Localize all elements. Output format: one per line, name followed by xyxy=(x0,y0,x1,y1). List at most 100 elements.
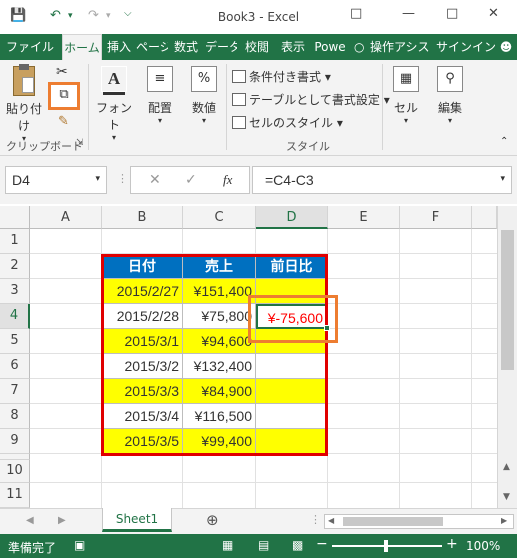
expand-formula-icon[interactable]: ▾ xyxy=(500,173,505,184)
row-header-6[interactable]: 6 xyxy=(0,354,30,379)
table-cell[interactable]: 2015/2/28 xyxy=(102,304,183,329)
row-header-4[interactable]: 4 xyxy=(0,304,30,329)
row-header-3[interactable]: 3 xyxy=(0,279,30,304)
sheet-scroll-left-icon[interactable]: ◀ xyxy=(26,515,34,526)
font-button[interactable]: A フォント ▾ xyxy=(92,66,136,142)
number-button[interactable]: % 数値 ▾ xyxy=(184,66,224,125)
table-cell[interactable]: 2015/3/5 xyxy=(102,429,183,454)
page-break-view-icon[interactable]: ▩ xyxy=(292,538,303,552)
tab-insert[interactable]: 挿入 xyxy=(104,34,134,60)
row-header-9[interactable]: 9 xyxy=(0,429,30,454)
horizontal-scrollbar[interactable]: ◀ ▶ xyxy=(324,514,514,529)
table-cell[interactable]: 2015/3/3 xyxy=(102,379,183,404)
zoom-in-icon[interactable]: + xyxy=(446,536,458,552)
name-box[interactable]: D4 ▾ xyxy=(5,166,107,194)
table-cell[interactable]: ¥75,800 xyxy=(183,304,256,329)
table-header-sales[interactable]: 売上 xyxy=(183,254,256,279)
page-layout-view-icon[interactable]: ▤ xyxy=(258,538,269,552)
worksheet-grid[interactable]: A B C D E F 1 2 3 4 5 6 7 8 9 日付 売上 前日比 … xyxy=(0,206,517,460)
table-cell[interactable] xyxy=(256,379,328,404)
hscroll-left-icon[interactable]: ◀ xyxy=(328,516,334,525)
cell-styles-button[interactable]: セルのスタイル ▾ xyxy=(232,114,343,131)
tab-file[interactable]: ファイル xyxy=(6,34,58,60)
scroll-up-icon[interactable]: ▲ xyxy=(503,462,510,472)
table-cell[interactable] xyxy=(256,329,328,354)
paste-button[interactable]: 貼り付け ▾ xyxy=(4,64,44,143)
zoom-out-icon[interactable]: − xyxy=(316,536,328,552)
formula-input[interactable]: =C4-C3 ▾ xyxy=(252,166,512,194)
row-header-5[interactable]: 5 xyxy=(0,329,30,354)
insert-function-icon[interactable]: fx xyxy=(223,172,232,188)
hscroll-right-icon[interactable]: ▶ xyxy=(501,516,507,525)
row-header-10[interactable]: 10 xyxy=(0,460,30,483)
cancel-icon[interactable]: ✕ xyxy=(149,172,161,188)
table-cell[interactable]: 2015/3/2 xyxy=(102,354,183,379)
column-header-f[interactable]: F xyxy=(400,206,472,229)
alignment-button[interactable]: ≡ 配置 ▾ xyxy=(138,66,182,125)
table-cell[interactable]: ¥94,600 xyxy=(183,329,256,354)
minimize-icon[interactable]: — xyxy=(402,6,415,21)
zoom-level[interactable]: 100% xyxy=(466,539,500,553)
fill-handle[interactable] xyxy=(324,325,330,331)
table-cell[interactable]: ¥116,500 xyxy=(183,404,256,429)
ribbon-display-icon[interactable]: □ xyxy=(350,6,362,21)
collapse-ribbon-icon[interactable]: ⌃ xyxy=(500,136,508,147)
close-icon[interactable]: ✕ xyxy=(488,6,499,21)
macro-record-icon[interactable]: ▣ xyxy=(74,538,85,552)
sheet-scroll-right-icon[interactable]: ▶ xyxy=(58,515,66,526)
table-cell[interactable]: 2015/2/27 xyxy=(102,279,183,304)
tab-page-layout[interactable]: ページ xyxy=(136,34,168,60)
table-header-change[interactable]: 前日比 xyxy=(256,254,328,279)
tab-power[interactable]: Powe xyxy=(312,34,348,60)
table-cell[interactable]: 2015/3/1 xyxy=(102,329,183,354)
format-as-table-button[interactable]: テーブルとして書式設定 ▾ xyxy=(232,91,390,108)
maximize-icon[interactable]: □ xyxy=(446,6,458,21)
format-painter-icon[interactable]: ✎ xyxy=(58,114,69,129)
tab-formulas[interactable]: 数式 xyxy=(170,34,202,60)
table-cell[interactable]: ¥132,400 xyxy=(183,354,256,379)
scroll-down-icon[interactable]: ▼ xyxy=(503,492,510,502)
active-cell-d4[interactable]: ¥-75,600 xyxy=(256,304,328,329)
row-header-1[interactable]: 1 xyxy=(0,229,30,254)
tab-review[interactable]: 校閲 xyxy=(242,34,272,60)
tell-me-box[interactable]: 操作アシス xyxy=(370,34,432,60)
table-cell[interactable] xyxy=(256,429,328,454)
table-cell[interactable]: ¥99,400 xyxy=(183,429,256,454)
conditional-formatting-button[interactable]: 条件付き書式 ▾ xyxy=(232,68,331,85)
table-header-date[interactable]: 日付 xyxy=(102,254,183,279)
column-header-a[interactable]: A xyxy=(30,206,102,229)
column-header-e[interactable]: E xyxy=(328,206,400,229)
cells-button[interactable]: ▦ セル ▾ xyxy=(386,66,426,125)
column-header-b[interactable]: B xyxy=(102,206,183,229)
zoom-slider-thumb[interactable] xyxy=(384,540,388,552)
table-cell[interactable] xyxy=(256,404,328,429)
share-icon[interactable]: ☻ xyxy=(498,34,514,60)
hscroll-thumb[interactable] xyxy=(343,517,443,526)
column-header-c[interactable]: C xyxy=(183,206,256,229)
table-cell[interactable] xyxy=(256,354,328,379)
sheet-tab-sheet1[interactable]: Sheet1 xyxy=(102,508,172,532)
tab-data[interactable]: データ xyxy=(205,34,237,60)
table-cell[interactable]: ¥84,900 xyxy=(183,379,256,404)
table-cell[interactable]: 2015/3/4 xyxy=(102,404,183,429)
table-cell[interactable] xyxy=(256,279,328,304)
row-header-11[interactable]: 11 xyxy=(0,483,30,508)
normal-view-icon[interactable]: ▦ xyxy=(222,538,233,552)
tab-home[interactable]: ホーム xyxy=(62,34,102,60)
cut-icon[interactable]: ✂ xyxy=(56,64,68,80)
row-header-2[interactable]: 2 xyxy=(0,254,30,279)
enter-icon[interactable]: ✓ xyxy=(185,172,197,188)
row-header-8[interactable]: 8 xyxy=(0,404,30,429)
name-box-dropdown-icon[interactable]: ▾ xyxy=(95,173,100,184)
scrollbar-thumb[interactable] xyxy=(501,230,514,370)
editing-button[interactable]: ⚲ 編集 ▾ xyxy=(428,66,472,125)
select-all-button[interactable] xyxy=(0,206,30,229)
row-header-7[interactable]: 7 xyxy=(0,379,30,404)
copy-button[interactable]: ⧉ xyxy=(48,82,80,110)
column-header-d[interactable]: D xyxy=(256,206,328,229)
table-cell[interactable]: ¥151,400 xyxy=(183,279,256,304)
tab-view[interactable]: 表示 xyxy=(278,34,308,60)
clipboard-launcher-icon[interactable]: ⇲ xyxy=(76,138,84,148)
vertical-scrollbar[interactable] xyxy=(497,206,517,460)
signin-link[interactable]: サインイン xyxy=(434,34,498,60)
